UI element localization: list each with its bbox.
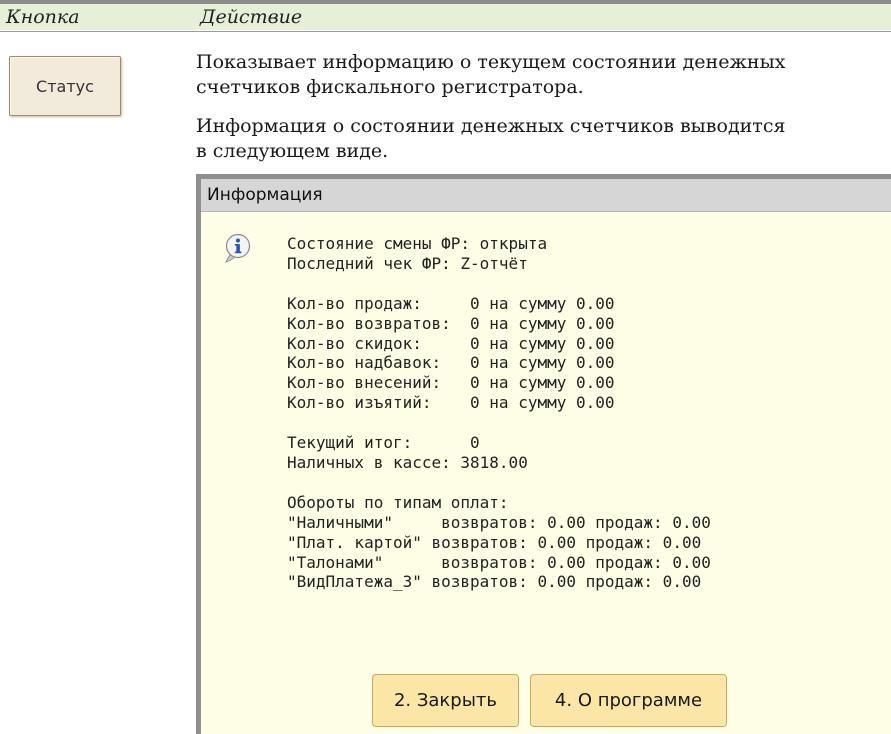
info-dialog: Информация Состояние смены ФР: открыта П… bbox=[196, 174, 891, 734]
report-line: Кол-во надбавок: 0 на сумму 0.00 bbox=[287, 353, 615, 373]
table-header: Кнопка Действие bbox=[0, 0, 891, 30]
close-button[interactable]: 2. Закрыть bbox=[372, 674, 519, 727]
column-header-button: Кнопка bbox=[6, 6, 80, 28]
description-line-1: Показывает информацию о текущем состояни… bbox=[196, 51, 786, 73]
report-line: "ВидПлатежа_3" возвратов: 0.00 продаж: 0… bbox=[287, 572, 702, 592]
report-line: Обороты по типам оплат: bbox=[287, 492, 509, 512]
status-button[interactable]: Статус bbox=[9, 56, 121, 116]
report-line: Текущий итог: 0 bbox=[287, 433, 480, 453]
description-line-2: счетчиков фискального регистратора. bbox=[196, 76, 584, 98]
description-line-4: в следующем виде. bbox=[196, 140, 389, 162]
header-divider bbox=[0, 31, 891, 32]
report-line: "Наличными" возвратов: 0.00 продаж: 0.00 bbox=[287, 512, 711, 532]
report-line: Кол-во скидок: 0 на сумму 0.00 bbox=[287, 333, 615, 353]
report-line: Последний чек ФР: Z-отчёт bbox=[287, 253, 528, 273]
info-icon bbox=[225, 233, 251, 263]
report-line: Состояние смены ФР: открыта bbox=[287, 234, 548, 253]
description-line-3: Информация о состоянии денежных счетчико… bbox=[196, 115, 786, 137]
dialog-title: Информация bbox=[201, 179, 891, 212]
report-line: Кол-во внесений: 0 на сумму 0.00 bbox=[287, 373, 615, 393]
status-report-text: Состояние смены ФР: открыта Последний че… bbox=[287, 234, 711, 592]
about-button[interactable]: 4. О программе bbox=[530, 674, 727, 727]
report-line: Кол-во изъятий: 0 на сумму 0.00 bbox=[287, 393, 615, 413]
report-line: Наличных в кассе: 3818.00 bbox=[287, 452, 528, 472]
report-line: "Плат. картой" возвратов: 0.00 продаж: 0… bbox=[287, 532, 702, 552]
column-header-action: Действие bbox=[200, 6, 303, 28]
report-line: "Талонами" возвратов: 0.00 продаж: 0.00 bbox=[287, 552, 711, 572]
report-line: Кол-во возвратов: 0 на сумму 0.00 bbox=[287, 313, 615, 333]
report-line: Кол-во продаж: 0 на сумму 0.00 bbox=[287, 293, 615, 313]
